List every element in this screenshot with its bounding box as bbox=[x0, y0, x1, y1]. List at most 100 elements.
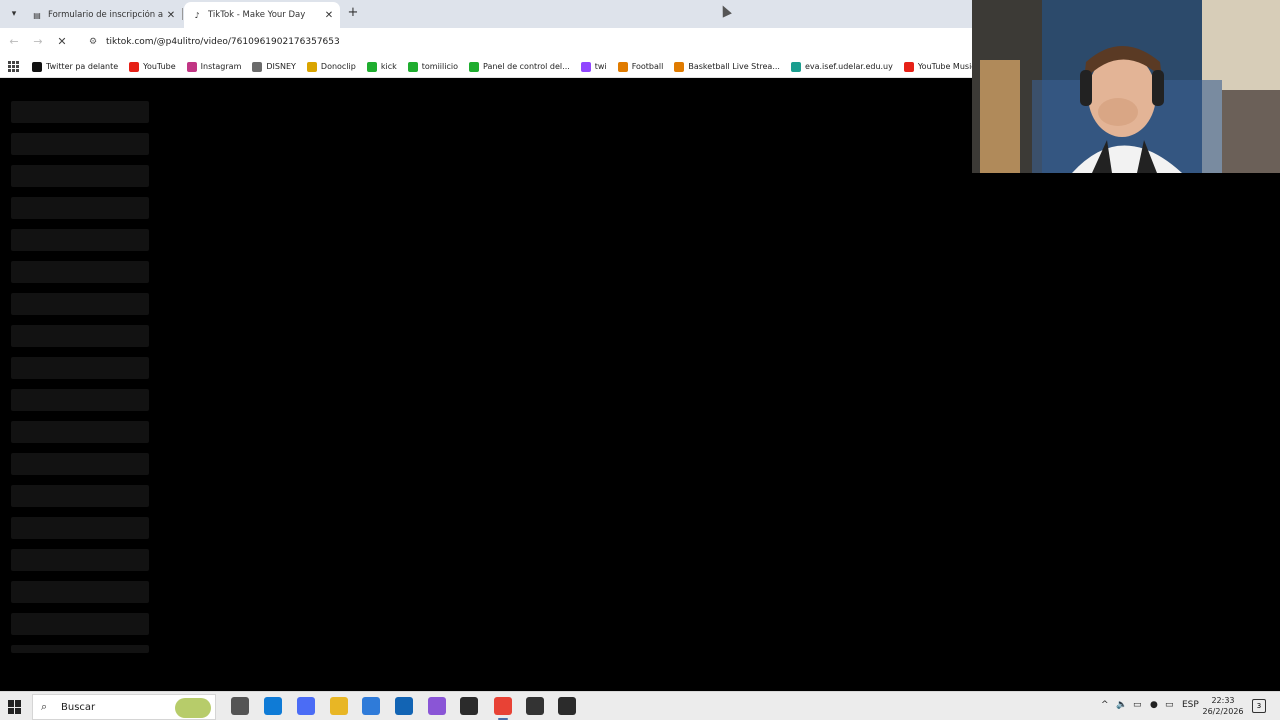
url-text: tiktok.com/@p4ulitro/video/7610961902176… bbox=[106, 37, 340, 47]
chrome-icon[interactable] bbox=[494, 697, 512, 720]
kick-icon bbox=[468, 61, 479, 72]
bookmark-item[interactable]: YouTube bbox=[129, 61, 176, 72]
donoclip-icon bbox=[306, 61, 317, 72]
bookmark-item[interactable]: eva.isef.udelar.edu.uy bbox=[790, 61, 893, 72]
bookmark-label: Donoclip bbox=[320, 62, 356, 71]
close-icon[interactable]: ✕ bbox=[164, 10, 178, 21]
loading-skeleton-block bbox=[11, 613, 149, 635]
tab-title: TikTok - Make Your Day bbox=[208, 10, 306, 20]
bookmark-label: Football bbox=[631, 62, 664, 71]
windows-taskbar: ⌕ Buscar ^ 🔈 ▭ ● ▭ ESP 22:33 26/2/2026 3 bbox=[0, 691, 1280, 720]
bookmark-item[interactable]: DISNEY bbox=[252, 61, 296, 72]
file-explorer-icon[interactable] bbox=[330, 697, 348, 715]
tab-title: Formulario de inscripción a Gra bbox=[48, 10, 164, 20]
loading-skeleton-block bbox=[11, 549, 149, 571]
bookmark-item[interactable]: kick bbox=[366, 61, 397, 72]
taskbar-search-box[interactable]: ⌕ Buscar bbox=[32, 694, 216, 720]
x-icon bbox=[32, 61, 42, 72]
windows-start-icon[interactable] bbox=[8, 700, 22, 714]
kick-icon bbox=[366, 61, 377, 72]
loading-skeleton-block bbox=[11, 229, 149, 251]
instagram-icon bbox=[186, 61, 197, 72]
epic-games-launcher-icon[interactable] bbox=[558, 697, 576, 715]
loading-skeleton-block bbox=[11, 133, 149, 155]
loading-skeleton-block bbox=[11, 293, 149, 315]
new-tab-button[interactable]: + bbox=[345, 5, 361, 21]
tab-separator bbox=[182, 8, 183, 20]
display-icon[interactable]: ▭ bbox=[1133, 700, 1142, 710]
tab-search-chevron-icon[interactable]: ▾ bbox=[6, 6, 22, 22]
show-hidden-icons-chevron-icon[interactable]: ^ bbox=[1101, 700, 1109, 710]
site-settings-icon[interactable]: ⚙ bbox=[86, 35, 100, 49]
loading-skeleton-block bbox=[11, 645, 149, 653]
youtube-icon bbox=[129, 61, 140, 72]
twitch-icon bbox=[580, 61, 591, 72]
bookmark-label: Twitter pa delante bbox=[46, 62, 119, 71]
loading-skeleton-block bbox=[11, 325, 149, 347]
bookmark-item[interactable]: Twitter pa delante bbox=[32, 61, 119, 72]
webcam-image bbox=[972, 0, 1280, 173]
copilot-icon[interactable] bbox=[297, 697, 315, 715]
loading-skeleton-block bbox=[11, 357, 149, 379]
outlook-icon[interactable] bbox=[395, 697, 413, 715]
epic-games-icon[interactable] bbox=[460, 697, 478, 715]
search-icon: ⌕ bbox=[41, 700, 48, 713]
task-view-icon[interactable] bbox=[231, 697, 249, 715]
loading-skeleton-block bbox=[11, 197, 149, 219]
close-icon[interactable]: ✕ bbox=[322, 10, 336, 21]
volume-icon[interactable]: 🔈 bbox=[1116, 700, 1127, 710]
loading-skeleton-block bbox=[11, 485, 149, 507]
loading-skeleton-block bbox=[11, 101, 149, 123]
basketball-icon bbox=[674, 61, 685, 72]
clock-date: 26/2/2026 bbox=[1202, 707, 1244, 716]
microphone-icon[interactable]: ● bbox=[1150, 700, 1158, 710]
loading-skeleton-block bbox=[11, 261, 149, 283]
loading-skeleton-block bbox=[11, 165, 149, 187]
eva-icon bbox=[790, 61, 801, 72]
office-icon[interactable] bbox=[428, 697, 446, 715]
loading-skeleton-block bbox=[11, 421, 149, 443]
bookmark-label: YouTube Music bbox=[917, 62, 976, 71]
loading-skeleton-block bbox=[11, 581, 149, 603]
tab-formulario[interactable]: ▤ Formulario de inscripción a Gra ✕ bbox=[26, 2, 182, 28]
bookmark-item[interactable]: Donoclip bbox=[306, 61, 356, 72]
bookmark-item[interactable]: twi bbox=[580, 61, 607, 72]
stop-loading-button[interactable]: ✕ bbox=[54, 34, 70, 50]
forward-button[interactable]: → bbox=[30, 34, 46, 50]
football-icon bbox=[617, 61, 628, 72]
network-icon[interactable]: ▭ bbox=[1165, 700, 1174, 710]
store-icon[interactable] bbox=[362, 697, 380, 715]
bookmark-label: eva.isef.udelar.edu.uy bbox=[804, 62, 893, 71]
bookmark-item[interactable]: tomiilicio bbox=[407, 61, 458, 72]
tab-tiktok[interactable]: ♪ TikTok - Make Your Day ✕ bbox=[184, 2, 340, 28]
bookmark-label: YouTube bbox=[143, 62, 176, 71]
bookmark-label: Instagram bbox=[200, 62, 242, 71]
search-placeholder: Buscar bbox=[61, 701, 96, 713]
bookmark-label: kick bbox=[380, 62, 397, 71]
tiktok-icon: ♪ bbox=[194, 10, 200, 20]
language-indicator[interactable]: ESP bbox=[1182, 700, 1199, 710]
notification-center-icon[interactable]: 3 bbox=[1252, 699, 1266, 713]
loading-skeleton-block bbox=[11, 389, 149, 411]
bookmark-label: DISNEY bbox=[266, 62, 296, 71]
bookmark-item[interactable]: Instagram bbox=[186, 61, 242, 72]
doc-icon: ▤ bbox=[33, 10, 41, 20]
bookmark-item[interactable]: Football bbox=[617, 61, 664, 72]
link-icon bbox=[252, 61, 263, 72]
bookmark-item[interactable]: Panel de control del... bbox=[468, 61, 570, 72]
loading-skeleton-block bbox=[11, 453, 149, 475]
edge-icon[interactable] bbox=[264, 697, 282, 715]
kick-icon bbox=[407, 61, 418, 72]
loading-skeleton-block bbox=[11, 517, 149, 539]
youtube-music-icon bbox=[903, 61, 914, 72]
bookmark-item[interactable]: Basketball Live Strea... bbox=[674, 61, 780, 72]
bookmark-item[interactable]: YouTube Music bbox=[903, 61, 976, 72]
taskbar-clock[interactable]: 22:33 26/2/2026 bbox=[1198, 695, 1248, 717]
search-highlight-image bbox=[175, 698, 211, 718]
bookmark-label: twi bbox=[594, 62, 607, 71]
back-button[interactable]: ← bbox=[6, 34, 22, 50]
obs-icon[interactable] bbox=[526, 697, 544, 715]
bookmark-label: Basketball Live Strea... bbox=[688, 62, 780, 71]
apps-grid-icon[interactable] bbox=[8, 60, 20, 73]
bookmark-label: Panel de control del... bbox=[482, 62, 570, 71]
